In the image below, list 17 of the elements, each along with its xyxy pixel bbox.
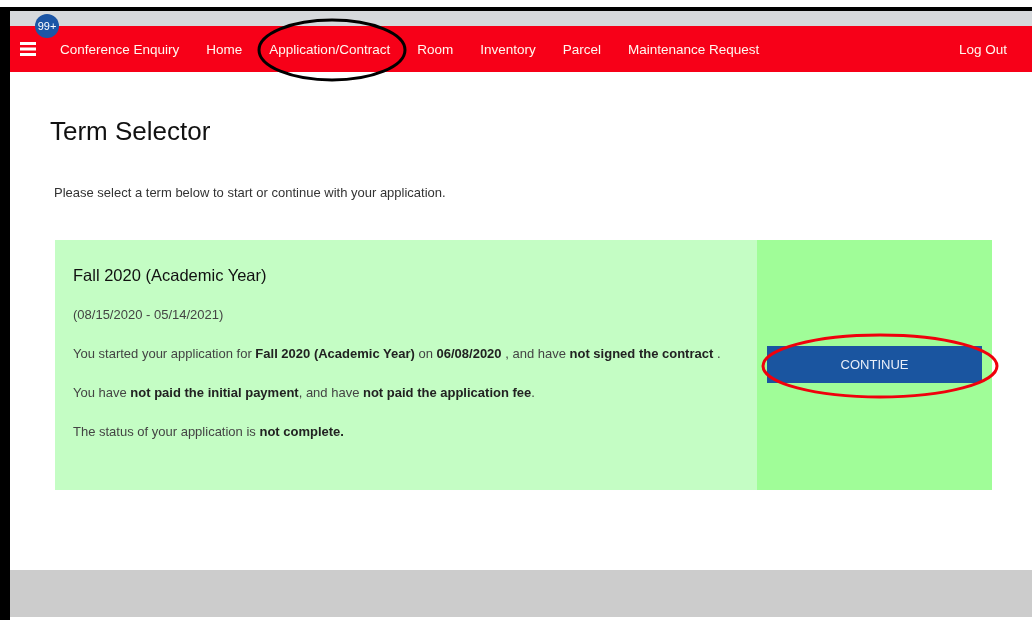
status-text: The status of your application is not complete. — [73, 424, 345, 439]
term-title: Fall 2020 (Academic Year) — [73, 266, 268, 285]
status-text: You started your application for Fall 2020 (Academic Year) on 06/08/2020 , and have not signed the contract . — [73, 346, 722, 361]
notification-badge: 99+ — [35, 14, 59, 38]
nav-link[interactable]: Room — [417, 41, 454, 57]
status-text: You have not paid the initial payment, and have not paid the application fee. — [73, 385, 536, 400]
term-dates: (08/15/2020 - 05/14/2021) — [73, 307, 225, 322]
nav-link[interactable]: Parcel — [562, 41, 601, 57]
logout-link[interactable]: Log Out — [958, 41, 1007, 57]
continue-button[interactable]: CONTINUE — [767, 346, 982, 383]
page-title: Term Selector — [50, 116, 212, 147]
nav-link[interactable]: Home — [206, 41, 243, 57]
nav-link[interactable]: Conference Enquiry — [60, 41, 180, 57]
menu-icon[interactable] — [20, 42, 36, 56]
intro-text: Please select a term below to start or continue with your application. — [54, 185, 447, 200]
nav-link[interactable]: Maintenance Request — [628, 41, 760, 57]
nav-link[interactable]: Inventory — [480, 41, 536, 57]
